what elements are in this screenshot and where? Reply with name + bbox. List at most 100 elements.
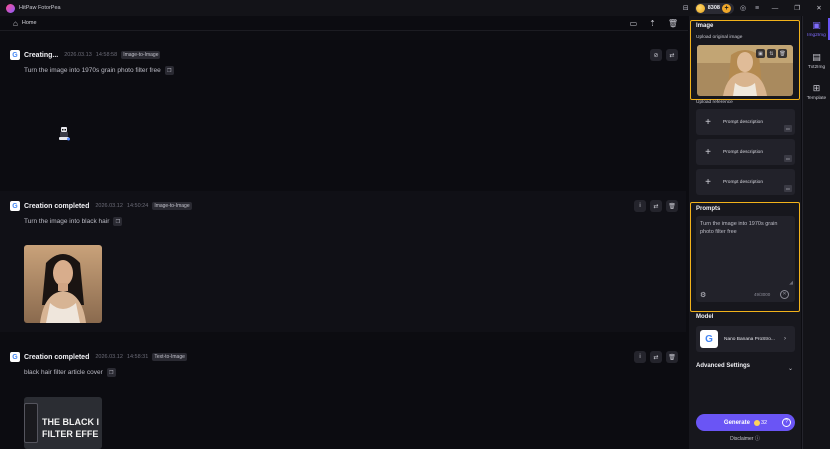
export-icon[interactable]: ⇡ [649,19,656,28]
disclaimer-label: Disclaimer [730,436,754,442]
model-selector[interactable]: G Nano Banana ProStro... › [696,326,795,352]
generate-label: Generate [723,419,750,426]
credits-badge[interactable]: 8308 + [694,2,734,14]
prompt-input[interactable]: Turn the image into 1970s grain photo fi… [696,216,795,302]
image-edit-icon: ▣ [812,20,821,30]
prompt-input-value[interactable]: Turn the image into 1970s grain photo fi… [700,220,788,236]
card-header: G Creation completed 2026.03.12 14:50:24… [10,201,192,211]
coin-icon [695,3,705,13]
reference-slot[interactable]: + Prompt description ▭ [696,109,795,135]
app-logo [6,3,15,13]
generate-cost: 32 [760,419,768,426]
minimize-button[interactable]: — [764,0,786,16]
text-image-icon: ▤ [812,52,821,62]
card-time: 14:50:24 [126,203,149,209]
maximize-button[interactable]: ❐ [786,0,808,16]
phone-mockup [24,403,38,443]
account-icon[interactable]: ◎ [736,0,750,16]
reference-label: Prompt description [723,149,763,155]
rail-item-txt2img[interactable]: ▤ Txt2Img [803,52,830,70]
chevron-right-icon: › [784,336,786,342]
copy-prompt-icon[interactable]: ❐ [106,368,116,377]
menu-icon[interactable]: ≡ [750,0,764,16]
char-count: 49/3000 [754,292,771,297]
advanced-settings-toggle[interactable]: Advanced Settings [696,363,750,369]
cover-headline-2: FILTER EFFE [42,429,99,439]
cancel-icon[interactable]: ⊘ [650,49,662,61]
add-icon: + [705,116,711,128]
card-date: 2026.03.12 [95,354,123,360]
gallery-icon[interactable]: ▭ [630,19,638,28]
delete-image-icon[interactable]: 🗑 [778,49,787,58]
main-toolbar: ⌂ Home ▭ ⇡ 🗑 [0,16,688,31]
credits-value: 8308 [707,5,720,11]
regenerate-icon[interactable]: ⇄ [650,200,662,212]
regenerate-icon[interactable]: ⇄ [650,351,662,363]
image-actions: ▣ ⇅ 🗑 [756,49,787,58]
copy-prompt-icon[interactable]: ❐ [164,66,174,75]
prompt-text: Turn the image into black hair [24,218,110,225]
card-date: 2026.03.13 [64,52,92,58]
app-title: HitPaw FotorPea [19,5,61,11]
card-type-tag: Image-to-Image [121,51,161,59]
settings-panel: Image Upload original image ▣ ⇅ 🗑 Upload… [689,16,801,449]
original-image-preview[interactable]: ▣ ⇅ 🗑 [697,45,793,96]
chevron-down-icon[interactable]: ⌄ [788,365,793,372]
help-icon[interactable]: ? [782,418,791,427]
google-model-icon: G [10,50,20,60]
result-image[interactable]: THE BLACK I FILTER EFFE [24,397,102,449]
image-section-title: Image [696,23,714,29]
creation-card: G Creating... 2026.03.13 14:58:58 Image-… [0,40,686,190]
prompt-text: Turn the image into 1970s grain photo fi… [24,67,161,74]
home-icon[interactable]: ⌂ [13,19,18,28]
upload-reference-label: Upload reference [696,100,733,105]
add-icon: + [705,146,711,158]
copy-prompt-icon[interactable]: ❐ [113,217,123,226]
clear-prompt-icon[interactable]: ✕ [780,290,789,299]
info-icon[interactable]: i [634,200,646,212]
home-link[interactable]: Home [22,20,37,26]
card-time: 14:58:58 [95,52,118,58]
mode-rail: ▣ Img2Img ▤ Txt2Img ⊞ Template [803,16,830,449]
card-header: G Creating... 2026.03.13 14:58:58 Image-… [10,50,161,60]
card-actions: ⊘ ⇄ [650,49,678,61]
info-icon[interactable]: i [634,351,646,363]
regenerate-icon[interactable]: ⇄ [666,49,678,61]
close-button[interactable]: ✕ [808,0,830,16]
google-model-icon: G [10,352,20,362]
prompt-settings-icon[interactable]: ⚙ [700,291,706,299]
generate-button[interactable]: Generate 32 ? [696,414,795,431]
resize-handle-icon[interactable]: ◢ [789,280,793,286]
template-grid-icon: ⊞ [812,83,821,93]
add-credits-button[interactable]: + [722,3,731,13]
delete-icon[interactable]: 🗑 [666,351,678,363]
disclaimer-link[interactable]: Disclaimer ⓘ [689,435,801,442]
prompts-section-title: Prompts [696,206,721,212]
replace-icon[interactable]: ⇅ [767,49,776,58]
image-upload-icon: ▭ [784,155,792,162]
coin-icon [753,419,760,426]
card-actions: i ⇄ 🗑 [634,200,678,212]
cover-headline-1: THE BLACK I [42,417,99,427]
toolbar-actions: ▭ ⇡ 🗑 [630,16,678,31]
title-bar-controls: ⊟ 8308 + ◎ ≡ — ❐ ✕ [679,0,830,16]
info-icon: ⓘ [754,436,760,442]
delete-icon[interactable]: 🗑 [666,200,678,212]
rail-label: Txt2Img [807,65,826,70]
google-logo-icon: G [700,330,718,348]
reference-slot[interactable]: + Prompt description ▭ [696,169,795,195]
card-type-tag: Text-to-Image [152,353,187,361]
card-actions: i ⇄ 🗑 [634,351,678,363]
prompt-text: black hair filter article cover [24,369,103,376]
rail-item-img2img[interactable]: ▣ Img2Img [803,20,830,38]
reference-slot[interactable]: + Prompt description ▭ [696,139,795,165]
trash-icon[interactable]: 🗑 [668,19,678,28]
rail-item-template[interactable]: ⊞ Template [803,83,830,101]
creation-feed: G Creating... 2026.03.13 14:58:58 Image-… [0,40,686,449]
card-date: 2026.03.12 [95,203,123,209]
result-image[interactable] [24,245,102,323]
card-prompt: Turn the image into black hair ❐ [24,217,123,226]
gift-icon[interactable]: ⊟ [679,0,693,16]
crop-icon[interactable]: ▣ [756,49,765,58]
upload-original-label: Upload original image [696,35,743,40]
